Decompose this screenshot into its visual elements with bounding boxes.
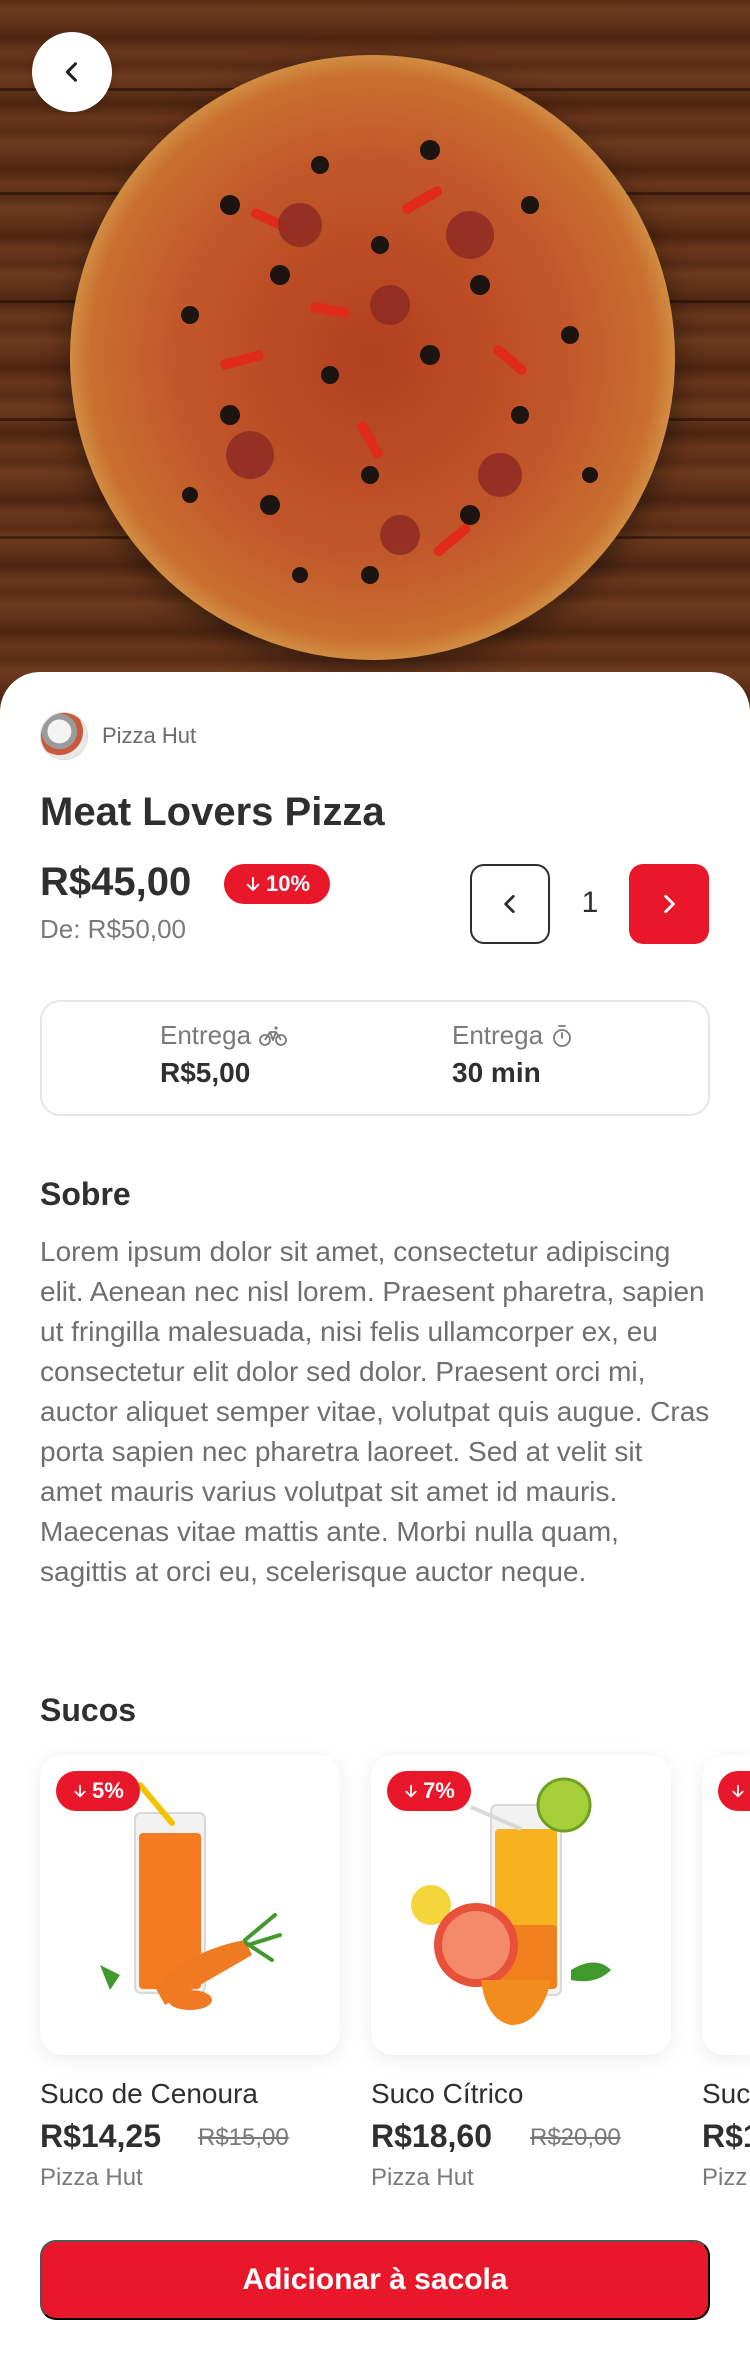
bike-icon (259, 1025, 287, 1046)
pizza-image (70, 55, 675, 660)
juice-card-carrot[interactable]: 5% (40, 1755, 340, 2055)
delivery-fee-value: R$5,00 (160, 1057, 251, 1088)
product-hero-image (0, 0, 750, 720)
chevron-left-icon (504, 895, 515, 913)
about-description: Lorem ipsum dolor sit amet, consectetur … (40, 1236, 710, 1587)
delivery-time: Entrega 30 min (452, 1020, 573, 1089)
store-info[interactable]: Pizza Hut (40, 712, 196, 760)
timer-icon (553, 1024, 571, 1047)
juice-price: R$18,60 (371, 2118, 492, 2154)
product-price: R$45,00 (40, 860, 192, 904)
juice-store: Pizz (702, 2164, 748, 2191)
delivery-info-card: Entrega R$5,00 Entrega 30 min (40, 1000, 710, 1116)
juice-name: Suco de Cenoura (40, 2078, 258, 2109)
pizza-toppings (181, 140, 598, 584)
chevron-left-icon (65, 62, 78, 82)
juice-price: R$1 (702, 2118, 750, 2154)
delivery-time-label-row: Entrega (452, 1020, 573, 1051)
delivery-time-label: Entrega (452, 1020, 544, 1050)
delivery-time-value: 30 min (452, 1057, 541, 1088)
decrease-quantity-button[interactable] (470, 864, 550, 944)
delivery-fee: Entrega R$5,00 (160, 1020, 287, 1089)
delivery-fee-label: Entrega (160, 1020, 252, 1050)
juices-section-title: Sucos (40, 1692, 137, 1728)
store-name: Pizza Hut (102, 723, 197, 748)
arrow-down-icon (74, 1784, 86, 1798)
product-details-sheet: Pizza Hut Meat Lovers Pizza R$45,00 10% … (0, 672, 750, 2360)
juice-name: Suc (702, 2078, 750, 2109)
juice-name: Suco Cítrico (371, 2078, 524, 2109)
juice-discount-badge: 5% (56, 1771, 140, 1811)
juice-store: Pizza Hut (371, 2164, 474, 2191)
discount-badge: 10% (224, 864, 330, 904)
arrow-down-icon (732, 1784, 744, 1798)
juice-price: R$14,25 (40, 2118, 161, 2154)
discount-value: 10% (265, 871, 311, 896)
juice-card-partial[interactable] (702, 1755, 750, 2055)
juice-discount-value: 5% (92, 1778, 124, 1803)
product-title: Meat Lovers Pizza (40, 790, 385, 834)
store-avatar (40, 712, 88, 760)
juice-discount-value: 7% (423, 1778, 455, 1803)
original-price: De: R$50,00 (40, 914, 186, 944)
add-to-bag-button[interactable]: Adicionar à sacola (40, 2240, 710, 2320)
quantity-value: 1 (581, 886, 599, 919)
juice-discount-badge (718, 1771, 750, 1811)
delivery-fee-label-row: Entrega (160, 1020, 287, 1051)
juice-old-price: R$15,00 (198, 2124, 289, 2151)
about-section-title: Sobre (40, 1176, 131, 1212)
juice-discount-badge: 7% (387, 1771, 471, 1811)
arrow-down-icon (246, 877, 260, 891)
increase-quantity-button[interactable] (629, 864, 709, 944)
juice-store: Pizza Hut (40, 2164, 143, 2191)
back-button[interactable] (32, 32, 112, 112)
chevron-right-icon (664, 895, 675, 913)
juice-card-citric[interactable]: 7% (371, 1755, 671, 2055)
arrow-down-icon (405, 1784, 417, 1798)
juice-old-price: R$20,00 (530, 2124, 621, 2151)
